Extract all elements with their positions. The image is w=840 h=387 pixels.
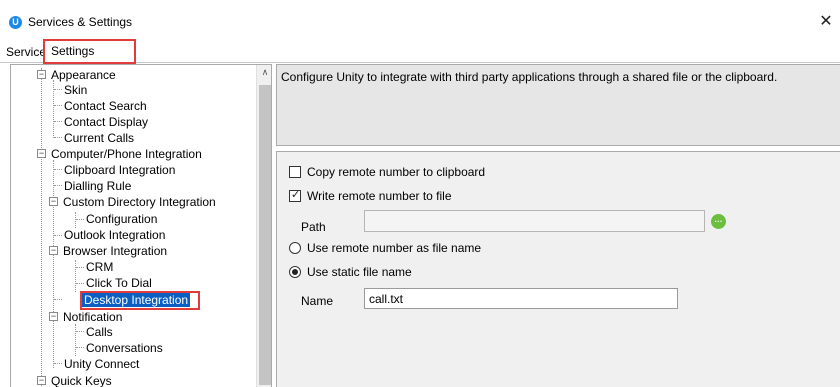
tree-item-label: Outlook Integration	[64, 228, 166, 242]
tree-item-contact-display[interactable]: Contact Display	[62, 115, 150, 129]
tree-item-label: Unity Connect	[64, 357, 140, 371]
tree-connector	[75, 212, 76, 228]
tree-item-current-calls[interactable]: Current Calls	[62, 131, 136, 145]
tree-item-clipboard-integration[interactable]: Clipboard Integration	[62, 163, 177, 177]
tree-connector	[53, 160, 54, 368]
copy-to-clipboard-label: Copy remote number to clipboard	[307, 165, 486, 179]
tree-item-computer-phone-integration[interactable]: − Computer/Phone Integration	[37, 147, 204, 161]
tree-connector	[54, 89, 62, 90]
tree-item-skin[interactable]: Skin	[62, 83, 89, 97]
radio-selected-dot	[292, 269, 298, 275]
tree-connector	[41, 68, 42, 386]
tree-connector	[54, 121, 62, 122]
tree-item-browser-integration[interactable]: − Browser Integration	[49, 244, 169, 258]
collapse-icon[interactable]: −	[49, 246, 58, 255]
tree-item-label: CRM	[86, 260, 114, 274]
description-text: Configure Unity to integrate with third …	[281, 70, 778, 84]
checkmark-icon: ✓	[291, 189, 301, 201]
close-button[interactable]: ✕	[812, 8, 840, 36]
tree-item-notification[interactable]: − Notification	[49, 310, 124, 324]
tree-item-label: Current Calls	[64, 131, 135, 145]
tree-connector	[54, 185, 62, 186]
folder-browse-icon[interactable]: ···	[711, 214, 726, 229]
collapse-icon[interactable]: −	[49, 197, 58, 206]
scroll-up-icon[interactable]: ∧	[257, 67, 271, 81]
collapse-icon[interactable]: −	[49, 312, 58, 321]
tree-item-calls[interactable]: Calls	[84, 325, 115, 339]
tree-item-label: Conversations	[86, 341, 163, 355]
copy-to-clipboard-checkbox[interactable]	[289, 166, 301, 178]
window-title: Services & Settings	[28, 15, 133, 29]
tree-connector	[76, 219, 84, 220]
write-to-file-label: Write remote number to file	[307, 189, 452, 203]
description-panel: Configure Unity to integrate with third …	[276, 64, 840, 146]
tree-connector	[54, 137, 62, 138]
tree-item-label: Custom Directory Integration	[63, 195, 216, 209]
tree-item-custom-directory-integration[interactable]: − Custom Directory Integration	[49, 195, 218, 209]
use-remote-number-label: Use remote number as file name	[307, 241, 482, 255]
tree-item-quick-keys[interactable]: − Quick Keys	[37, 374, 114, 387]
tree-item-label: Appearance	[51, 68, 116, 82]
tree-connector	[54, 363, 62, 364]
tree-connector	[54, 105, 62, 106]
write-to-file-checkbox[interactable]: ✓	[289, 189, 301, 202]
path-label: Path	[301, 220, 326, 234]
tree-item-appearance[interactable]: − Appearance	[37, 68, 118, 82]
tree-item-label: Contact Search	[64, 99, 147, 113]
tree-item-dialling-rule[interactable]: Dialling Rule	[62, 179, 133, 193]
tree-item-label: Configuration	[86, 212, 158, 226]
tree-item-contact-search[interactable]: Contact Search	[62, 99, 149, 113]
tree-item-label: Contact Display	[64, 115, 149, 129]
settings-tree: − Appearance Skin Contact Search Contact…	[10, 64, 272, 387]
use-static-name-radio[interactable]	[289, 266, 301, 278]
tree-connector	[76, 283, 84, 284]
tab-settings[interactable]: Settings	[43, 39, 136, 64]
tree-connector	[54, 299, 62, 300]
unity-app-icon: U	[9, 16, 22, 29]
tree-item-unity-connect[interactable]: Unity Connect	[62, 357, 141, 371]
file-name-input[interactable]	[364, 288, 678, 309]
tree-item-label: Clipboard Integration	[64, 163, 176, 177]
use-remote-number-radio[interactable]	[289, 242, 301, 254]
tree-item-outlook-integration[interactable]: Outlook Integration	[62, 228, 167, 242]
path-input[interactable]	[364, 210, 705, 232]
title-bar: U Services & Settings ✕	[0, 0, 840, 40]
tree-connector	[75, 324, 76, 356]
tree-item-configuration[interactable]: Configuration	[84, 212, 159, 226]
tree-scrollbar[interactable]: ∧	[256, 65, 271, 387]
tree-item-click-to-dial[interactable]: Click To Dial	[84, 276, 154, 290]
tree-item-label: Quick Keys	[51, 374, 112, 387]
tree-connector	[76, 267, 84, 268]
name-label: Name	[301, 294, 334, 308]
collapse-icon[interactable]: −	[37, 149, 46, 158]
tree-connector	[76, 331, 84, 332]
tree-item-label: Click To Dial	[86, 276, 152, 290]
tree-item-label: Calls	[86, 325, 113, 339]
tree-item-label: Dialling Rule	[64, 179, 132, 193]
desktop-integration-settings: Copy remote number to clipboard ✓ Write …	[276, 151, 840, 387]
tree-item-label: Browser Integration	[63, 244, 168, 258]
tree-connector	[76, 347, 84, 348]
tree-connector	[75, 260, 76, 292]
tree-item-conversations[interactable]: Conversations	[84, 341, 165, 355]
collapse-icon[interactable]: −	[37, 376, 46, 385]
tree-item-label: Computer/Phone Integration	[51, 147, 202, 161]
tree-item-label: Notification	[63, 310, 123, 324]
tree-connector	[54, 235, 62, 236]
scroll-thumb[interactable]	[259, 85, 271, 385]
tree-connector	[54, 169, 62, 170]
tree-item-crm[interactable]: CRM	[84, 260, 115, 274]
highlight-box	[80, 291, 200, 310]
tree-item-label: Skin	[64, 83, 88, 97]
use-static-name-label: Use static file name	[307, 265, 412, 279]
collapse-icon[interactable]: −	[37, 70, 46, 79]
